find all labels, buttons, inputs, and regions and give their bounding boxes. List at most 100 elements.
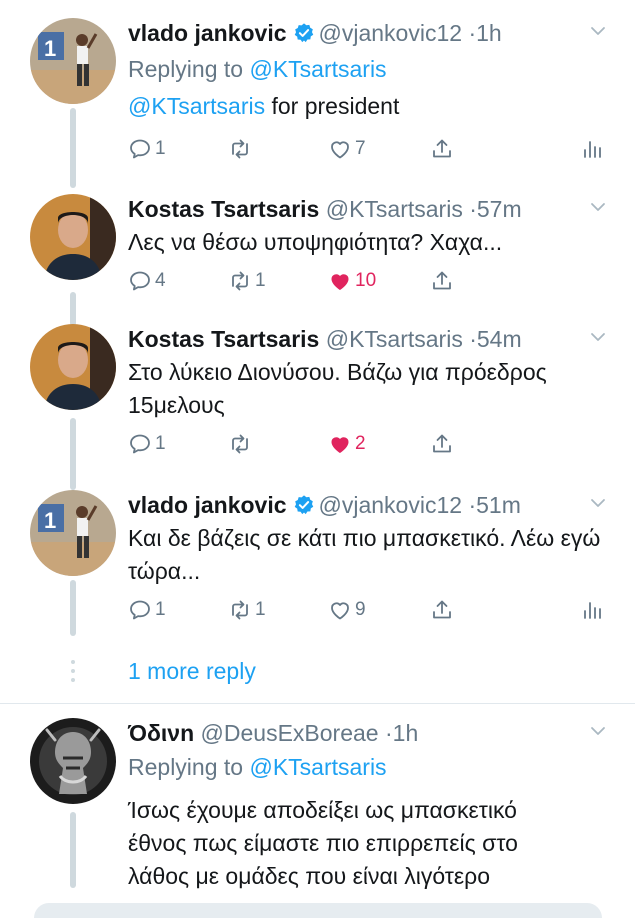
avatar[interactable] [30,324,116,410]
retweet-button[interactable] [228,429,255,459]
like-count: 7 [355,138,366,159]
share-button[interactable] [430,595,454,625]
avatar[interactable]: 1 [30,18,116,104]
share-icon [430,269,454,293]
reply-button[interactable]: 4 [128,266,166,296]
tweet-text-content: for president [265,93,400,119]
liked-heart-icon [328,269,352,293]
tweet-text: Λες να θέσω υποψηφιότητα? Χαχα... [128,229,503,255]
reply-icon [128,598,152,622]
share-button[interactable] [430,266,454,296]
mention-link[interactable]: @KTsartsaris [128,93,265,119]
tweet-text: Και δε βάζεις σε κάτι πιο μπασκετικό. Λέ… [128,525,601,584]
like-button[interactable]: 2 [328,429,366,459]
reply-count: 1 [155,138,166,159]
analytics-button[interactable] [580,595,604,625]
tweet-time[interactable]: 57m [477,196,522,222]
retweet-button[interactable]: 1 [228,266,266,296]
retweet-icon [228,269,252,293]
reply-compose-bar[interactable] [34,903,602,918]
tweet-actions: 1 7 [128,134,608,164]
user-handle[interactable]: @KTsartsaris [326,326,463,352]
display-name[interactable]: vlado jankovic [128,20,287,46]
retweet-icon [228,432,252,456]
tweet-time[interactable]: 1h [393,720,419,746]
chevron-down-icon[interactable] [589,22,607,40]
tweet-header: Kostas Tsartsaris @KTsartsaris ·57m [128,194,522,224]
analytics-button[interactable] [580,134,604,164]
share-button[interactable] [430,134,454,164]
like-button[interactable]: 7 [328,134,366,164]
avatar[interactable] [30,194,116,280]
tweet[interactable]: Όδινn @DeusExBoreae ·1h Replying to @KTs… [0,718,635,908]
retweet-button[interactable] [228,134,255,164]
divider [0,703,635,704]
share-icon [430,432,454,456]
user-handle[interactable]: @DeusExBoreae [201,720,379,746]
tweet[interactable]: Kostas Tsartsaris @KTsartsaris ·57m Λες … [0,194,635,304]
replying-label: Replying to [128,754,244,780]
like-count: 9 [355,599,366,620]
reply-count: 4 [155,270,166,291]
share-button[interactable] [430,429,454,459]
like-button[interactable]: 9 [328,595,366,625]
avatar[interactable]: 1 [30,490,116,576]
replying-to: Replying to @KTsartsaris [128,752,387,782]
svg-text:1: 1 [44,508,56,533]
chevron-down-icon[interactable] [589,494,607,512]
display-name[interactable]: Όδινn [128,720,194,746]
verified-icon [293,22,315,44]
chevron-down-icon[interactable] [589,328,607,346]
display-name[interactable]: vlado jankovic [128,492,287,518]
share-icon [430,598,454,622]
tweet-text: @KTsartsaris for president [128,90,605,123]
like-count: 2 [355,433,366,454]
reply-icon [128,137,152,161]
retweet-button[interactable]: 1 [228,595,266,625]
separator-dot: · [469,326,477,352]
chevron-down-icon[interactable] [589,722,607,740]
user-handle[interactable]: @KTsartsaris [326,196,463,222]
tweet-text: Στο λύκειο Διονύσου. Βάζω για πρόεδρος 1… [128,359,547,418]
tweet[interactable]: 1 vlado jankovic @vjankovic12 ·1h Replyin… [0,18,635,178]
tweet-header: vlado jankovic @vjankovic12 ·1h [128,18,502,48]
liked-heart-icon [328,432,352,456]
retweet-count: 1 [255,599,266,620]
avatar[interactable] [30,718,116,804]
user-handle[interactable]: @vjankovic12 [319,492,463,518]
separator-dot: · [468,20,477,46]
reply-button[interactable]: 1 [128,429,166,459]
chevron-down-icon[interactable] [589,198,607,216]
display-name[interactable]: Kostas Tsartsaris [128,196,319,222]
separator-dot: · [385,720,393,746]
replying-to: Replying to @KTsartsaris [128,54,387,84]
tweet-actions: 4 1 10 [128,266,608,296]
tweet-time[interactable]: 51m [476,492,521,518]
tweet[interactable]: 1 vlado jankovic @vjankovic12 ·51m Και δε… [0,490,635,630]
like-button[interactable]: 10 [328,266,376,296]
stats-icon [580,137,604,161]
replying-to-link[interactable]: @KTsartsaris [249,754,386,780]
more-replies-dots [70,660,76,687]
display-name[interactable]: Kostas Tsartsaris [128,326,319,352]
separator-dot: · [468,492,477,518]
reply-button[interactable]: 1 [128,134,166,164]
reply-button[interactable]: 1 [128,595,166,625]
svg-text:1: 1 [44,36,56,61]
tweet-text: Ίσως έχουμε αποδείξει ως μπασκετικό έθνο… [128,797,518,889]
user-handle[interactable]: @vjankovic12 [319,20,463,46]
tweet-header: Kostas Tsartsaris @KTsartsaris ·54m [128,324,522,354]
like-count: 10 [355,270,377,291]
replying-to-link[interactable]: @KTsartsaris [249,56,386,82]
tweet-time[interactable]: 1h [476,20,502,46]
verified-icon [293,494,315,516]
more-replies-link[interactable]: 1 more reply [128,656,256,686]
reply-icon [128,269,152,293]
tweet[interactable]: Kostas Tsartsaris @KTsartsaris ·54m Στο … [0,324,635,464]
like-icon [328,598,352,622]
tweet-time[interactable]: 54m [477,326,522,352]
like-icon [328,137,352,161]
replying-label: Replying to [128,56,244,82]
reply-count: 1 [155,599,166,620]
retweet-count: 1 [255,270,266,291]
